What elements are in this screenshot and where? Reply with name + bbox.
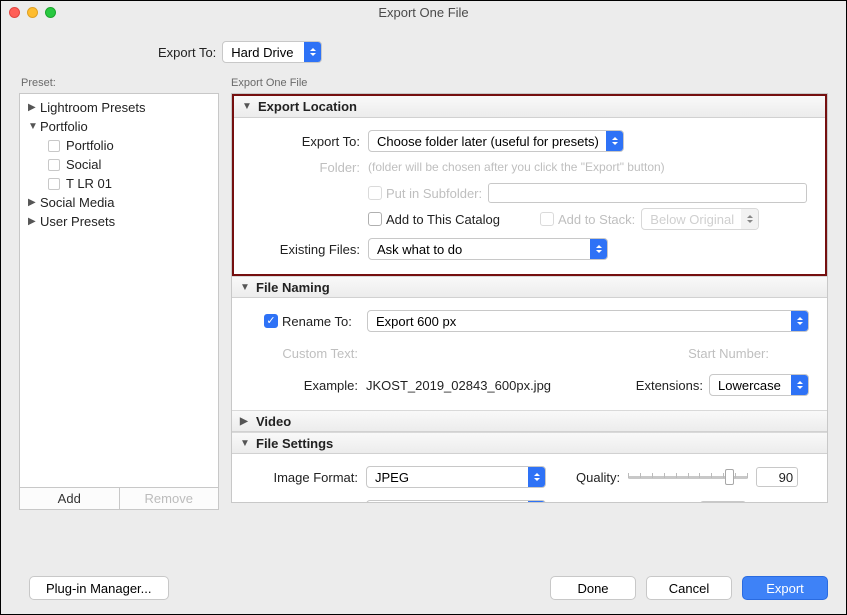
preset-folder-user-presets[interactable]: ▶User Presets — [20, 212, 218, 231]
window-title: Export One File — [1, 5, 846, 20]
triangle-right-icon: ▶ — [28, 216, 38, 227]
rename-to-select[interactable]: Export 600 px — [367, 310, 809, 332]
folder-label: Folder: — [244, 160, 360, 175]
triangle-right-icon: ▶ — [28, 102, 38, 113]
preset-folder-lightroom[interactable]: ▶Lightroom Presets — [20, 98, 218, 117]
done-button[interactable]: Done — [550, 576, 636, 600]
export-to-folder-select[interactable]: Choose folder later (useful for presets) — [368, 130, 624, 152]
image-format-label: Image Format: — [242, 470, 358, 485]
put-in-subfolder-checkbox — [368, 186, 382, 200]
preset-item[interactable]: Portfolio — [20, 136, 218, 155]
stack-position-select: Below Original — [641, 208, 759, 230]
export-to-select[interactable]: Hard Drive — [222, 41, 322, 63]
export-to-label: Export To: — [244, 134, 360, 149]
example-value: JKOST_2019_02843_600px.jpg — [366, 378, 551, 393]
preset-folder-social-media[interactable]: ▶Social Media — [20, 193, 218, 212]
export-location-highlight: ▼Export Location Export To: Choose folde… — [231, 93, 828, 277]
section-export-location[interactable]: ▼Export Location — [234, 96, 825, 118]
preset-heading: Preset: — [19, 77, 219, 89]
extensions-label: Extensions: — [636, 378, 703, 393]
custom-text-label: Custom Text: — [242, 346, 358, 361]
triangle-right-icon: ▶ — [240, 416, 250, 427]
checkbox-icon[interactable] — [48, 178, 60, 190]
existing-files-select[interactable]: Ask what to do — [368, 238, 608, 260]
preset-folder-portfolio[interactable]: ▼Portfolio — [20, 117, 218, 136]
add-to-catalog-label: Add to This Catalog — [386, 212, 500, 227]
section-file-settings[interactable]: ▼File Settings — [232, 432, 827, 454]
titlebar: Export One File — [1, 1, 846, 23]
preset-item[interactable]: Social — [20, 155, 218, 174]
folder-hint: (folder will be chosen after you click t… — [368, 160, 665, 174]
extensions-select[interactable]: Lowercase — [709, 374, 809, 396]
plugin-manager-button[interactable]: Plug-in Manager... — [29, 576, 169, 600]
settings-panel: ▼Export Location Export To: Choose folde… — [231, 93, 828, 503]
subfolder-input — [488, 183, 807, 203]
checkbox-icon[interactable] — [48, 140, 60, 152]
main-heading: Export One File — [231, 77, 828, 89]
remove-preset-button: Remove — [120, 488, 219, 509]
add-to-stack-label: Add to Stack: — [558, 212, 635, 227]
preset-list[interactable]: ▶Lightroom Presets ▼Portfolio Portfolio … — [19, 93, 219, 488]
limit-file-size-input — [700, 501, 746, 503]
triangle-right-icon: ▶ — [28, 197, 38, 208]
preset-item[interactable]: T LR 01 — [20, 174, 218, 193]
start-number-label: Start Number: — [688, 346, 769, 361]
triangle-down-icon: ▼ — [240, 282, 250, 293]
cancel-button[interactable]: Cancel — [646, 576, 732, 600]
export-to-label: Export To: — [158, 45, 216, 60]
quality-slider[interactable] — [628, 467, 748, 487]
section-file-naming[interactable]: ▼File Naming — [232, 276, 827, 298]
add-to-stack-checkbox — [540, 212, 554, 226]
put-in-subfolder-label: Put in Subfolder: — [386, 186, 482, 201]
quality-input[interactable] — [756, 467, 798, 487]
export-to-row: Export To: Hard Drive — [1, 23, 846, 77]
triangle-down-icon: ▼ — [28, 121, 38, 132]
footer: Plug-in Manager... Done Cancel Export — [19, 576, 828, 600]
rename-to-checkbox[interactable] — [264, 314, 278, 328]
quality-label: Quality: — [576, 470, 620, 485]
export-button[interactable]: Export — [742, 576, 828, 600]
rename-to-label: Rename To: — [282, 314, 367, 329]
add-preset-button[interactable]: Add — [20, 488, 120, 509]
section-video[interactable]: ▶Video — [232, 410, 827, 432]
example-label: Example: — [242, 378, 358, 393]
checkbox-icon[interactable] — [48, 159, 60, 171]
existing-files-label: Existing Files: — [244, 242, 360, 257]
triangle-down-icon: ▼ — [240, 438, 250, 449]
color-space-select[interactable]: sRGB — [366, 500, 546, 503]
image-format-select[interactable]: JPEG — [366, 466, 546, 488]
add-to-catalog-checkbox[interactable] — [368, 212, 382, 226]
triangle-down-icon: ▼ — [242, 101, 252, 112]
